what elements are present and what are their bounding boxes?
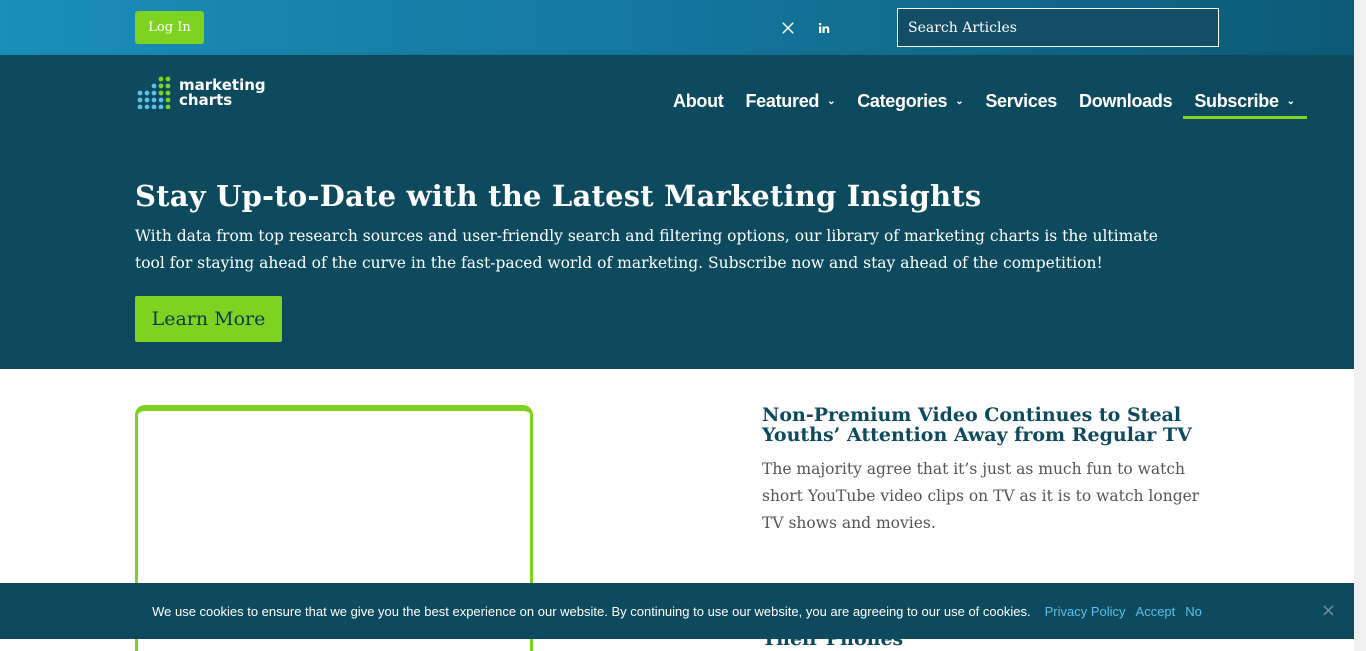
nav-label: Subscribe xyxy=(1194,90,1279,111)
close-icon[interactable]: × xyxy=(1321,602,1336,620)
login-button[interactable]: Log In xyxy=(135,11,204,44)
site-logo[interactable]: marketing charts xyxy=(135,75,266,110)
cookie-message: We use cookies to ensure that we give yo… xyxy=(152,603,1031,619)
nav-label: About xyxy=(673,90,724,111)
nav-item-services[interactable]: Services xyxy=(985,87,1057,115)
logo-dots-icon xyxy=(137,76,171,109)
chevron-down-icon: ⌄ xyxy=(827,95,836,107)
cookie-decline-button[interactable]: No xyxy=(1185,604,1202,619)
nav-item-about[interactable]: About xyxy=(673,87,724,115)
main-nav: About Featured ⌄ Categories ⌄ Services Dow… xyxy=(673,87,1317,119)
privacy-policy-link[interactable]: Privacy Policy xyxy=(1045,604,1126,619)
cookie-banner: We use cookies to ensure that we give yo… xyxy=(0,583,1354,639)
nav-item-subscribe[interactable]: Subscribe ⌄ xyxy=(1183,87,1308,119)
chevron-down-icon: ⌄ xyxy=(1286,95,1295,107)
chevron-down-icon: ⌄ xyxy=(955,95,964,107)
learn-more-button[interactable]: Learn More xyxy=(135,296,282,342)
linkedin-icon[interactable] xyxy=(814,18,834,38)
top-bar: Log In xyxy=(0,0,1354,55)
article-title[interactable]: Non-Premium Video Continues to Steal You… xyxy=(762,405,1222,445)
nav-item-categories[interactable]: Categories ⌄ xyxy=(857,87,963,115)
logo-text: marketing charts xyxy=(179,77,266,109)
nav-label: Categories xyxy=(857,90,948,111)
nav-item-featured[interactable]: Featured ⌄ xyxy=(745,87,835,115)
x-icon[interactable] xyxy=(778,18,798,38)
scrollbar[interactable] xyxy=(1354,0,1366,651)
hero-section: Stay Up-to-Date with the Latest Marketin… xyxy=(0,155,1354,369)
site-header: marketing charts About Featured ⌄ Categor… xyxy=(0,55,1354,155)
cookie-accept-button[interactable]: Accept xyxy=(1136,604,1176,619)
search-input[interactable] xyxy=(897,8,1219,47)
nav-item-downloads[interactable]: Downloads xyxy=(1079,87,1173,115)
nav-label: Featured xyxy=(745,90,820,111)
nav-label: Downloads xyxy=(1079,90,1173,111)
hero-title: Stay Up-to-Date with the Latest Marketin… xyxy=(135,179,982,213)
hero-body: With data from top research sources and … xyxy=(135,227,1158,272)
nav-label: Services xyxy=(985,90,1058,111)
article-excerpt: The majority agree that it’s just as muc… xyxy=(762,460,1200,532)
logo-line-2: charts xyxy=(179,90,233,109)
